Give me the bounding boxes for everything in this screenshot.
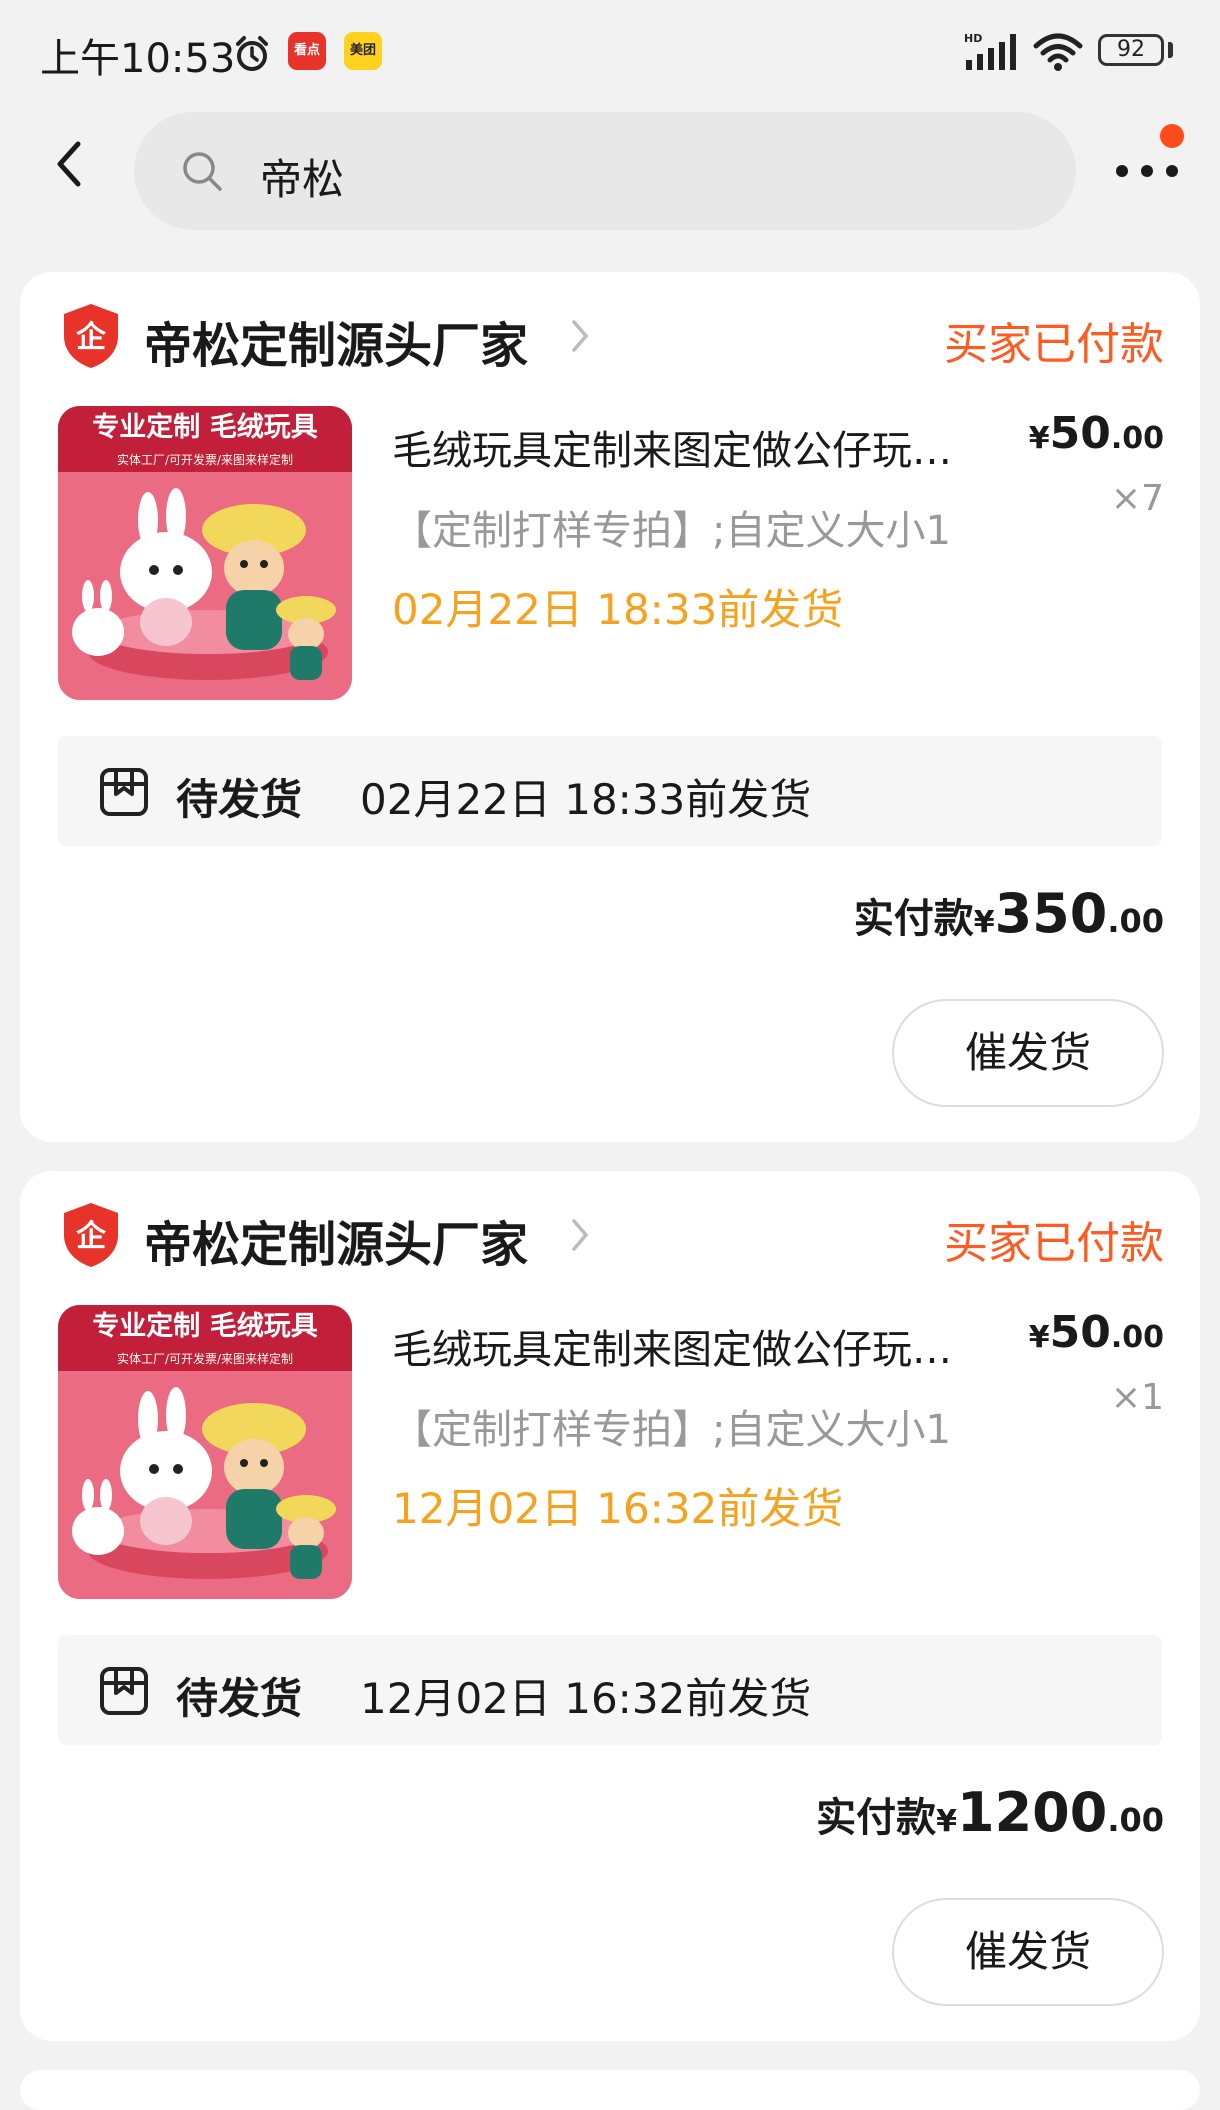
price-symbol: ¥: [1028, 1320, 1050, 1355]
order-status: 买家已付款: [944, 1218, 1164, 1269]
back-arrow-icon[interactable]: [40, 134, 100, 194]
svg-text:HD: HD: [964, 32, 982, 45]
shop-name[interactable]: 帝松定制源头厂家: [144, 306, 528, 376]
order-status: 买家已付款: [944, 319, 1164, 370]
plush-toys-image: [58, 472, 352, 700]
thumb-banner: 专业定制 毛绒玩具: [58, 1305, 352, 1349]
search-icon: [183, 152, 222, 191]
svg-text:企: 企: [76, 1219, 107, 1254]
status-time: 上午10:53: [40, 36, 236, 82]
price-integer: 50: [1049, 1307, 1111, 1358]
paid-label: 实付款: [853, 896, 974, 942]
search-input[interactable]: 帝松: [134, 112, 1076, 230]
plush-toys-image: [58, 1371, 352, 1599]
status-bar: 上午10:53 看点 美团 HD 92: [0, 0, 1220, 104]
price-symbol: ¥: [1028, 421, 1050, 456]
price-integer: 50: [1049, 408, 1111, 459]
shipping-status-bar[interactable]: 待发货 02月22日 18:33前发货: [58, 736, 1162, 846]
product-spec: 【定制打样专拍】;自定义大小1: [392, 508, 951, 554]
product-spec: 【定制打样专拍】;自定义大小1: [392, 1407, 951, 1453]
ship-status: 待发货: [176, 1674, 303, 1723]
app-kandian-icon: 看点: [288, 32, 326, 70]
price-decimal: .00: [1110, 1320, 1164, 1355]
product-thumbnail[interactable]: 专业定制 毛绒玩具 实体工厂/可开发票/来图来样定制: [58, 406, 352, 700]
wifi-icon: [1033, 33, 1083, 71]
battery-icon: 92: [1098, 34, 1164, 66]
product-title[interactable]: 毛绒玩具定制来图定做公仔玩…: [392, 418, 1042, 476]
paid-symbol: ¥: [936, 1804, 958, 1839]
battery-cap: [1168, 42, 1173, 58]
paid-symbol: ¥: [973, 905, 995, 940]
order-card-partial[interactable]: [20, 2070, 1200, 2110]
thumb-subtitle: 实体工厂/可开发票/来图来样定制: [58, 450, 352, 472]
product-quantity: ×1: [1110, 1377, 1164, 1418]
ship-by-time: 02月22日 18:33前发货: [392, 585, 844, 634]
product-price: ¥50.00: [1029, 1307, 1164, 1358]
enterprise-shield-icon: 企: [64, 1203, 118, 1267]
price-decimal: .00: [1110, 421, 1164, 456]
alarm-icon: [236, 36, 268, 71]
product-quantity: ×7: [1110, 478, 1164, 519]
package-box-icon: [100, 768, 148, 816]
amount-paid: 实付款¥350.00: [854, 882, 1164, 945]
ship-by-time: 12月02日 16:32前发货: [392, 1484, 844, 1533]
top-nav: 帝松: [0, 104, 1220, 234]
amount-paid: 实付款¥1200.00: [816, 1781, 1164, 1844]
svg-text:企: 企: [76, 320, 107, 355]
signal-icon: HD: [964, 32, 1016, 70]
shop-name[interactable]: 帝松定制源头厂家: [144, 1205, 528, 1275]
product-price: ¥50.00: [1029, 408, 1164, 459]
paid-decimal: .00: [1107, 1801, 1164, 1839]
paid-integer: 1200: [957, 1781, 1108, 1844]
ship-deadline: 02月22日 18:33前发货: [360, 775, 812, 824]
product-thumbnail[interactable]: 专业定制 毛绒玩具 实体工厂/可开发票/来图来样定制: [58, 1305, 352, 1599]
enterprise-shield-icon: 企: [64, 304, 118, 368]
paid-decimal: .00: [1107, 902, 1164, 940]
ship-deadline: 12月02日 16:32前发货: [360, 1674, 812, 1723]
package-box-icon: [100, 1667, 148, 1715]
shipping-status-bar[interactable]: 待发货 12月02日 16:32前发货: [58, 1635, 1162, 1745]
urge-shipment-button[interactable]: 催发货: [892, 1898, 1164, 2006]
ship-status: 待发货: [176, 775, 303, 824]
thumb-subtitle: 实体工厂/可开发票/来图来样定制: [58, 1349, 352, 1371]
search-query: 帝松: [260, 155, 345, 204]
order-card[interactable]: 企 帝松定制源头厂家 买家已付款 专业定制 毛绒玩具 实体工厂/可开发票/来图来…: [20, 272, 1200, 1142]
urge-shipment-button[interactable]: 催发货: [892, 999, 1164, 1107]
chevron-right-icon: [572, 320, 589, 352]
notification-dot: [1160, 124, 1184, 148]
chevron-right-icon: [572, 1219, 589, 1251]
product-title[interactable]: 毛绒玩具定制来图定做公仔玩…: [392, 1317, 1042, 1375]
app-meituan-icon: 美团: [344, 32, 382, 70]
order-card[interactable]: 企 帝松定制源头厂家 买家已付款 专业定制 毛绒玩具 实体工厂/可开发票/来图来…: [20, 1171, 1200, 2041]
more-icon[interactable]: [1112, 146, 1182, 196]
thumb-banner: 专业定制 毛绒玩具: [58, 406, 352, 450]
paid-label: 实付款: [816, 1795, 937, 1841]
paid-integer: 350: [994, 882, 1108, 945]
